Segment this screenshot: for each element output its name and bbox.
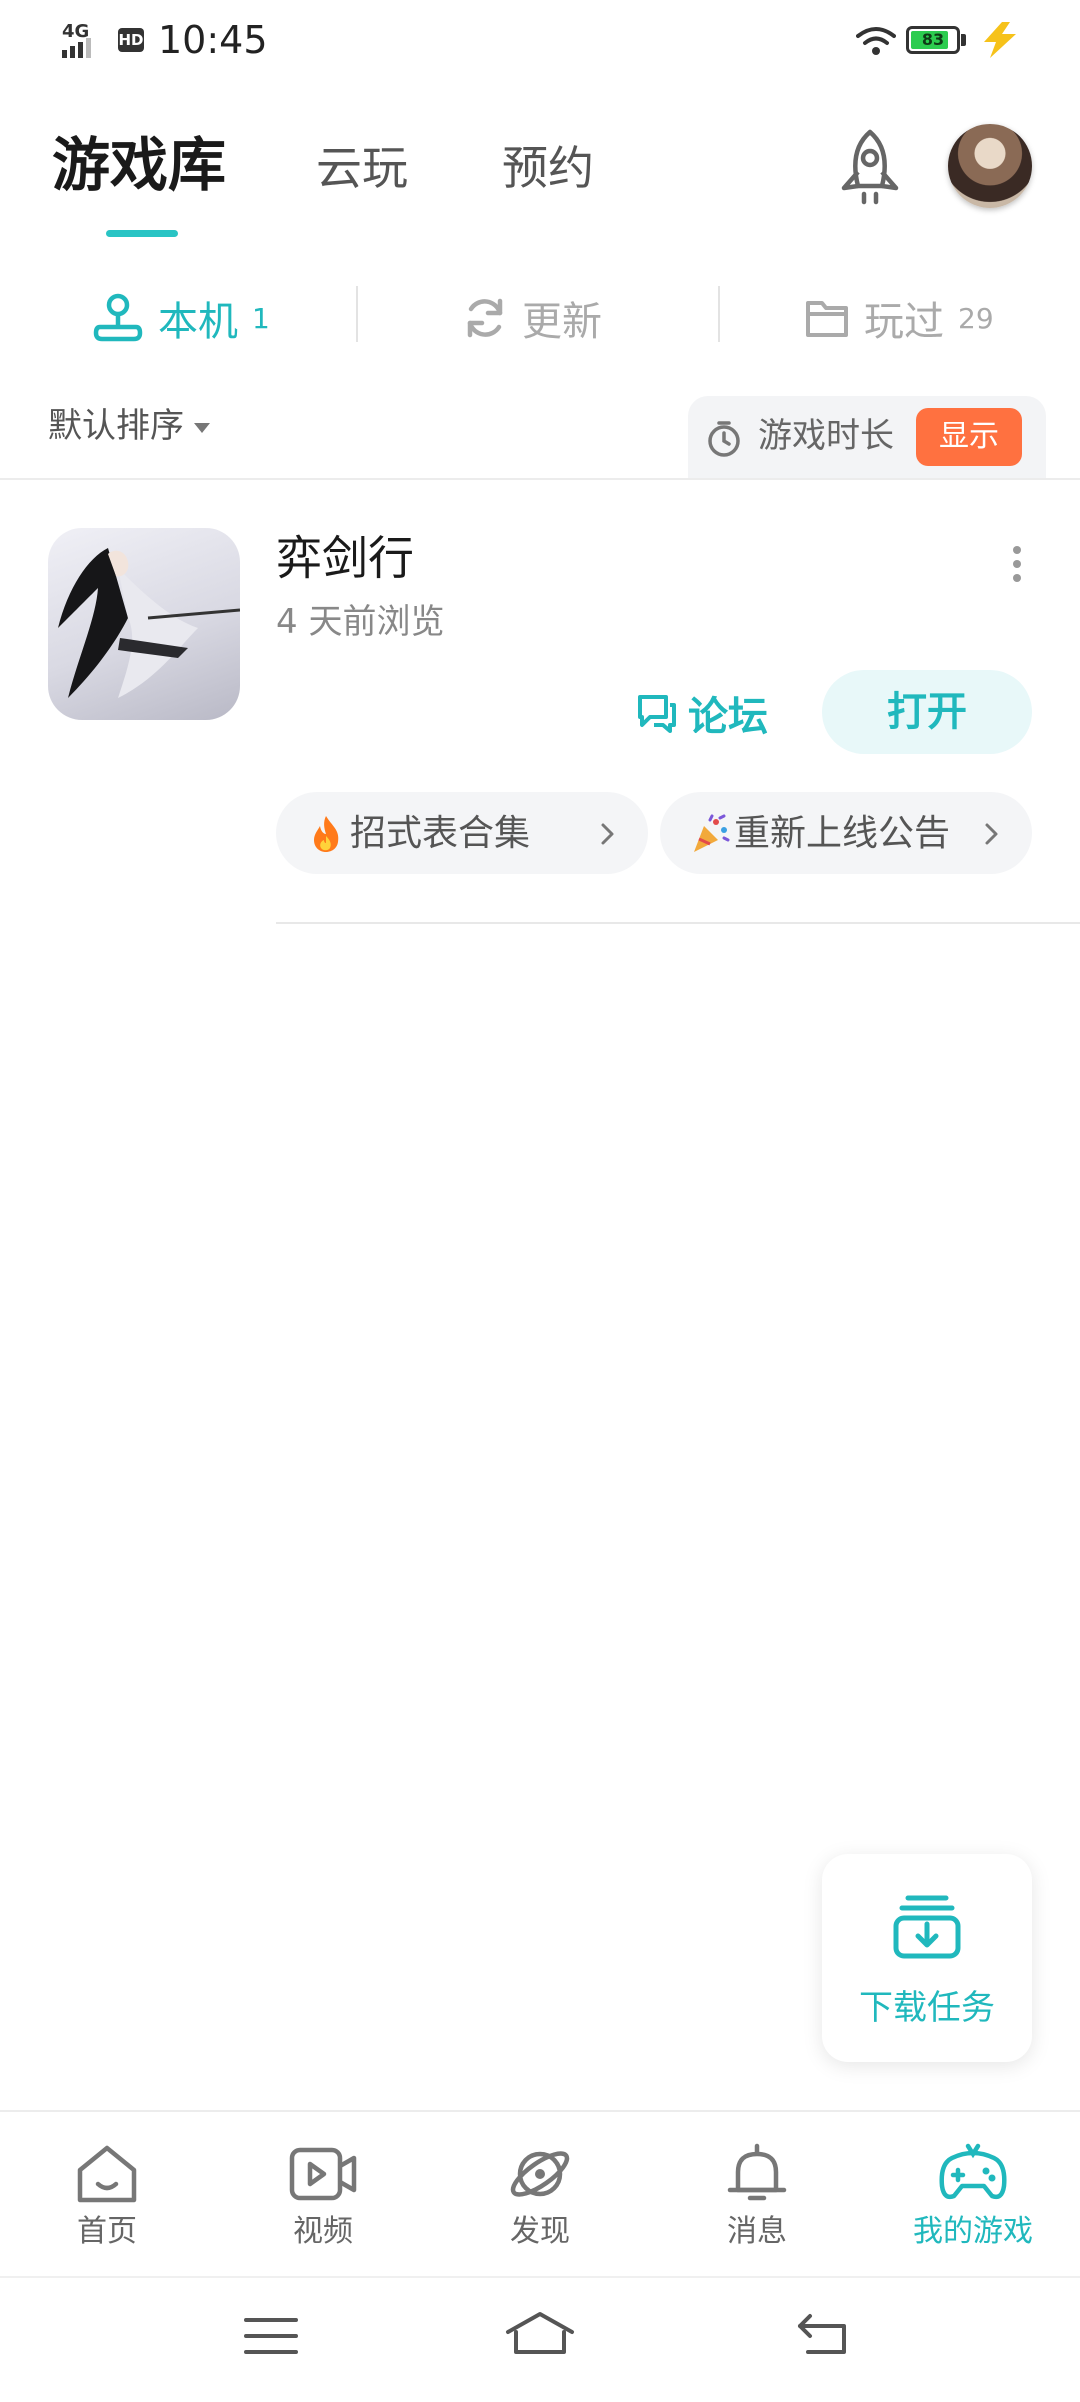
hd-badge: HD	[118, 28, 144, 52]
download-tray-icon	[892, 1892, 962, 1962]
sub-tab-local[interactable]: 本机 1	[92, 290, 270, 346]
sub-tab-played-label: 玩过	[864, 299, 944, 345]
status-bar: 4G HD 10:45 83	[0, 0, 1080, 80]
nav-discover-label: 发现	[510, 2214, 570, 2249]
sub-tab-played-count: 29	[958, 301, 994, 335]
game-last-viewed: 4 天前浏览	[276, 602, 445, 642]
active-tab-indicator	[106, 230, 178, 237]
forum-label: 论坛	[688, 694, 768, 740]
nav-my-games[interactable]: 我的游戏	[888, 2130, 1058, 2260]
nav-messages-label: 消息	[727, 2214, 787, 2249]
sub-tab-divider	[718, 286, 720, 342]
wifi-icon	[856, 26, 896, 56]
fire-icon	[306, 814, 346, 854]
gamepad-icon	[938, 2142, 1008, 2206]
planet-icon	[505, 2142, 575, 2206]
battery-icon: 83	[906, 26, 960, 54]
battery-cap	[961, 34, 966, 46]
nav-video-label: 视频	[293, 2214, 353, 2249]
nav-discover[interactable]: 发现	[455, 2130, 625, 2260]
nav-home-label: 首页	[77, 2214, 137, 2249]
nav-my-games-label: 我的游戏	[913, 2214, 1033, 2249]
joystick-icon	[92, 293, 144, 343]
sub-tab-update[interactable]: 更新	[462, 290, 602, 346]
nav-messages[interactable]: 消息	[672, 2130, 842, 2260]
sub-tab-local-count: 1	[252, 301, 270, 335]
caret-down-icon	[194, 423, 210, 433]
sub-tab-update-label: 更新	[522, 299, 602, 345]
tab-cloud-play[interactable]: 云玩	[316, 140, 408, 196]
video-icon	[288, 2142, 358, 2206]
sub-tab-played[interactable]: 玩过 29	[804, 290, 994, 346]
show-duration-button[interactable]: 显示	[916, 408, 1022, 466]
sort-dropdown[interactable]: 默认排序	[48, 404, 210, 448]
rocket-icon[interactable]	[832, 128, 908, 208]
status-time: 10:45	[158, 18, 268, 62]
back-icon[interactable]	[796, 2312, 850, 2356]
menu-icon[interactable]	[244, 2316, 298, 2356]
home-icon	[72, 2142, 142, 2206]
chip-relaunch-notice-label: 重新上线公告	[734, 813, 951, 854]
sort-label: 默认排序	[48, 406, 184, 446]
bell-icon	[722, 2142, 792, 2206]
open-game-button[interactable]: 打开	[822, 670, 1032, 754]
tab-game-library[interactable]: 游戏库	[52, 130, 226, 200]
chevron-right-icon	[982, 822, 1002, 846]
chat-bubble-icon	[636, 693, 678, 733]
user-avatar[interactable]	[948, 124, 1032, 208]
tab-reservation[interactable]: 预约	[502, 140, 594, 196]
game-icon[interactable]	[48, 528, 240, 720]
nav-home[interactable]: 首页	[22, 2130, 192, 2260]
timer-icon	[706, 420, 742, 458]
chevron-right-icon	[598, 822, 618, 846]
divider	[276, 922, 1080, 924]
chip-move-list-label: 招式表合集	[350, 813, 531, 854]
more-options-icon[interactable]	[1012, 546, 1022, 582]
charging-icon	[980, 22, 1020, 58]
nav-video[interactable]: 视频	[238, 2130, 408, 2260]
download-tasks-label: 下载任务	[859, 1988, 995, 2028]
folder-icon	[804, 297, 850, 339]
game-title[interactable]: 弈剑行	[276, 530, 414, 586]
game-duration-label: 游戏时长	[758, 416, 894, 456]
refresh-icon	[462, 295, 508, 341]
party-popper-icon	[690, 814, 730, 854]
sub-tab-local-label: 本机	[158, 299, 238, 345]
battery-percent: 83	[921, 30, 945, 49]
sub-tab-divider	[356, 286, 358, 342]
home-button-icon[interactable]	[504, 2310, 576, 2356]
forum-button[interactable]: 论坛	[636, 684, 768, 742]
divider	[0, 478, 1080, 480]
network-type: 4G	[62, 21, 90, 42]
